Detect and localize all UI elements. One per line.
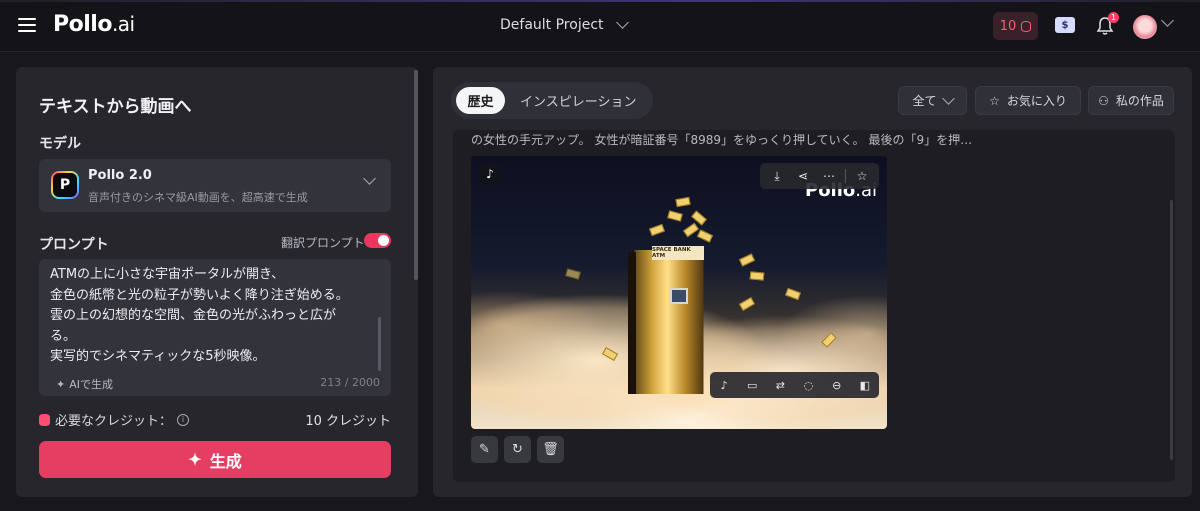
ai-generate-label: AIで生成 (69, 378, 113, 391)
share-icon[interactable]: ⋖ (793, 169, 813, 183)
credit-cost: 10 クレジット (305, 414, 391, 429)
atm-screen (670, 288, 688, 304)
info-icon[interactable]: i (177, 413, 190, 426)
sparkle-icon: ✦ (188, 451, 202, 469)
tab-history[interactable]: 歴史 (456, 87, 505, 114)
model-name: Pollo 2.0 (88, 168, 152, 183)
my-works-label: 私の作品 (1115, 94, 1164, 108)
project-selector[interactable]: Default Project (500, 16, 629, 33)
video-edit-toolbar: ♪ ▭ ⇄ ◌ ⊖ ◧ (710, 372, 879, 398)
prompt-caption: の女性の手元アップ。 女性が暗証番号「8989」をゆっくり押していく。 最後の「… (471, 133, 973, 147)
prompt-scrollbar[interactable] (378, 317, 381, 371)
delete-button[interactable]: 🗑 (537, 436, 564, 463)
atm-illustration: SPACE BANK ATM (628, 244, 710, 394)
filter-all-dropdown[interactable]: 全て (898, 86, 967, 115)
ticket-icon[interactable]: $ (1055, 17, 1075, 33)
required-credits: 必要なクレジット： i (39, 410, 190, 429)
model-selector[interactable]: P Pollo 2.0 音声付きのシネマ級AI動画を、超高速で生成 (39, 159, 391, 212)
project-name: Default Project (500, 17, 604, 33)
toolbar-divider (845, 169, 846, 183)
credits-icon (39, 413, 50, 426)
trash-icon: 🗑 (542, 442, 559, 457)
tiktok-icon[interactable]: ♪ (479, 163, 501, 185)
regenerate-button[interactable]: ↻ (504, 436, 531, 463)
top-accent-line (0, 0, 1200, 2)
lips-icon[interactable]: ⊖ (827, 379, 847, 392)
translate-toggle[interactable] (364, 233, 391, 248)
chevron-down-icon (363, 172, 376, 185)
panel-title: テキストから動画へ (39, 97, 192, 117)
tiktok-icon[interactable]: ♪ (714, 379, 734, 392)
lip-sync-icon[interactable]: ◌ (799, 379, 819, 392)
generate-label: 生成 (209, 453, 242, 471)
user-icon: ⚇ (1098, 93, 1109, 108)
edit-button[interactable]: ✎ (471, 436, 498, 463)
model-label: モデル (39, 136, 81, 152)
atm-sign: SPACE BANK ATM (652, 246, 704, 260)
filter-all-label: 全て (912, 94, 937, 108)
generate-button[interactable]: ✦ 生成 (39, 441, 391, 478)
download-icon[interactable]: ⤓ (767, 169, 787, 184)
avatar[interactable] (1133, 15, 1157, 39)
sparkle-icon: ✦ (56, 377, 66, 391)
coin-stack-icon (1021, 20, 1032, 32)
menu-icon[interactable] (18, 18, 36, 32)
video-toolbar: ⤓ ⋖ ⋯ ☆ (760, 163, 879, 189)
refresh-icon: ↻ (512, 442, 523, 457)
banknote (749, 271, 765, 281)
my-works-button[interactable]: ⚇ 私の作品 (1088, 86, 1174, 115)
required-credits-label: 必要なクレジット： (55, 414, 173, 429)
favorites-button[interactable]: ☆ お気に入り (975, 86, 1081, 115)
right-scrollbar[interactable] (1170, 200, 1173, 460)
prompt-label: プロンプト (39, 237, 109, 253)
star-icon: ☆ (989, 93, 1000, 108)
chevron-down-icon (941, 91, 955, 105)
translate-prompt-label: 翻訳プロンプト (281, 236, 365, 250)
credits-badge[interactable]: 10 (993, 12, 1038, 40)
char-count: 213 / 2000 (320, 376, 380, 389)
app-logo[interactable]: Pollo.ai (53, 12, 135, 37)
chevron-down-icon (615, 16, 629, 29)
credits-count: 10 (999, 18, 1017, 34)
favorites-label: お気に入り (1006, 94, 1067, 108)
compare-icon[interactable]: ◧ (855, 379, 875, 392)
tab-inspiration[interactable]: インスピレーション (520, 91, 636, 110)
notification-badge: 1 (1108, 12, 1119, 23)
prompt-text[interactable]: ATMの上に小さな宇宙ポータルが開き、 金色の紙幣と光の粒子が勢いよく降り注ぎ始… (50, 265, 370, 368)
pencil-icon: ✎ (479, 442, 490, 457)
prompt-input[interactable]: ATMの上に小さな宇宙ポータルが開き、 金色の紙幣と光の粒子が勢いよく降り注ぎ始… (39, 259, 391, 396)
model-description: 音声付きのシネマ級AI動画を、超高速で生成 (88, 191, 308, 204)
pollo-logo-icon: P (51, 171, 79, 199)
more-icon[interactable]: ⋯ (819, 169, 839, 183)
left-scrollbar[interactable] (414, 70, 418, 280)
ai-generate-button[interactable]: ✦ AIで生成 (56, 376, 113, 392)
star-icon[interactable]: ☆ (852, 169, 872, 183)
hd-icon[interactable]: ▭ (742, 379, 762, 392)
adjust-icon[interactable]: ⇄ (770, 379, 790, 392)
